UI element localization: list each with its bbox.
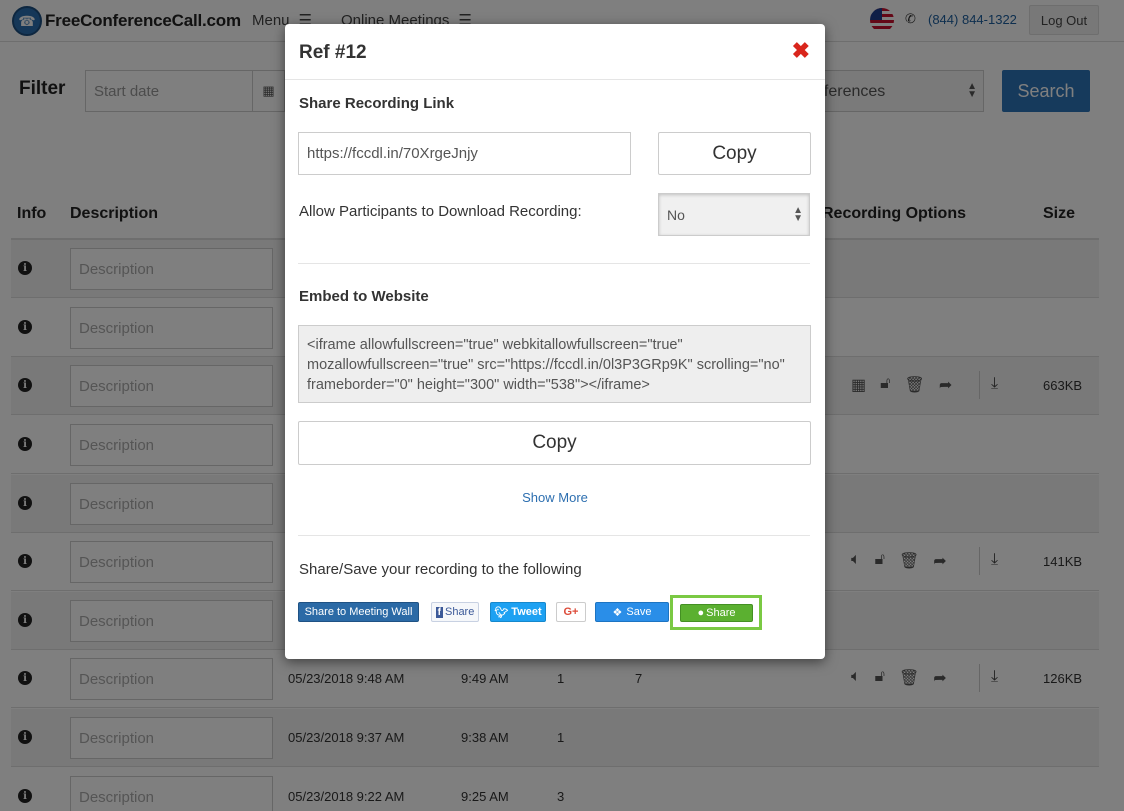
dropbox-icon: ❖ — [612, 606, 623, 619]
embed-title: Embed to Website — [299, 288, 429, 305]
allow-download-value: No — [667, 207, 685, 223]
allow-download-label: Allow Participants to Download Recording… — [299, 203, 582, 220]
facebook-share-button[interactable]: f Share — [431, 602, 479, 622]
share-to-meeting-wall-button[interactable]: Share to Meeting Wall — [298, 602, 419, 622]
dropbox-save-button[interactable]: ❖ Save — [595, 602, 669, 622]
facebook-icon: f — [435, 606, 443, 618]
facebook-share-label: Share — [444, 606, 475, 618]
show-more-link[interactable]: Show More — [285, 490, 825, 505]
twitter-tweet-label: Tweet — [511, 606, 542, 618]
modal-header-divider — [285, 79, 825, 80]
section-divider — [298, 535, 810, 536]
share-save-text: Share/Save your recording to the followi… — [299, 561, 582, 578]
show-more-label: Show More — [522, 490, 588, 505]
evernote-icon: ● — [697, 607, 705, 619]
share-link-title: Share Recording Link — [299, 95, 455, 112]
embed-code-textarea[interactable]: <iframe allowfullscreen="true" webkitall… — [298, 325, 811, 403]
select-arrows-icon: ▲▼ — [793, 205, 803, 224]
google-plus-button[interactable]: G+ — [556, 602, 586, 622]
dropbox-save-label: Save — [626, 606, 652, 618]
modal-title: Ref #12 — [299, 42, 367, 63]
share-recording-modal: Ref #12 ✖ Share Recording Link https://f… — [285, 24, 825, 659]
allow-download-select[interactable]: No ▲ ▼ — [658, 193, 810, 236]
evernote-share-label: Share — [706, 607, 736, 619]
twitter-icon: 🐦︎ — [494, 606, 509, 619]
share-link-input[interactable]: https://fccdl.in/70XrgeJnjy — [298, 132, 631, 175]
twitter-tweet-button[interactable]: 🐦︎ Tweet — [490, 602, 546, 622]
copy-embed-button[interactable]: Copy — [298, 421, 811, 465]
evernote-share-button[interactable]: ● Share — [680, 604, 753, 622]
close-icon[interactable]: ✖ — [792, 38, 810, 64]
copy-link-button[interactable]: Copy — [658, 132, 811, 175]
section-divider — [298, 263, 810, 264]
